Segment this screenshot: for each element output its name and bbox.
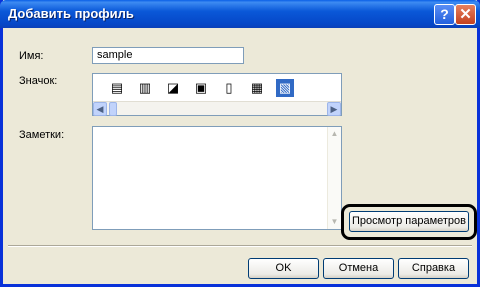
ok-button[interactable]: OK — [248, 258, 319, 279]
help-button[interactable]: Справка — [398, 258, 469, 279]
scroll-right-icon[interactable]: ▶ — [327, 102, 341, 116]
profile-icon-2[interactable]: ▥ — [136, 79, 154, 97]
icon-picker[interactable]: ▤ ▥ ◪ ▣ ▯ ▦ ▧ ◀ ▶ — [92, 73, 342, 116]
name-label: Имя: — [19, 50, 44, 62]
title-bar: Добавить профиль ? ✕ — [0, 0, 480, 28]
profile-icon-3[interactable]: ◪ — [164, 79, 182, 97]
window-title: Добавить профиль — [8, 6, 134, 21]
notes-field[interactable]: ▲ ▼ — [92, 126, 342, 230]
profile-icon-6[interactable]: ▦ — [248, 79, 266, 97]
close-icon[interactable]: ✕ — [455, 4, 476, 25]
profile-icon-4[interactable]: ▣ — [192, 79, 210, 97]
notes-scrollbar[interactable]: ▲ ▼ — [327, 127, 341, 229]
scroll-up-icon[interactable]: ▲ — [328, 127, 341, 141]
preview-settings-button[interactable]: Просмотр параметров — [349, 211, 469, 232]
notes-label: Заметки: — [19, 129, 65, 141]
profile-icon-5[interactable]: ▯ — [220, 79, 238, 97]
icon-label: Значок: — [19, 75, 58, 87]
profile-icon-7[interactable]: ▧ — [276, 79, 294, 97]
icon-list: ▤ ▥ ◪ ▣ ▯ ▦ ▧ — [93, 77, 341, 101]
name-field[interactable]: sample — [92, 47, 244, 64]
profile-icon-1[interactable]: ▤ — [108, 79, 126, 97]
help-icon[interactable]: ? — [434, 4, 455, 25]
scroll-left-icon[interactable]: ◀ — [93, 102, 107, 116]
icon-picker-scrollbar[interactable]: ◀ ▶ — [93, 101, 341, 116]
divider — [8, 245, 472, 247]
scroll-thumb[interactable] — [109, 102, 117, 116]
cancel-button[interactable]: Отмена — [323, 258, 394, 279]
scroll-down-icon[interactable]: ▼ — [328, 215, 341, 229]
